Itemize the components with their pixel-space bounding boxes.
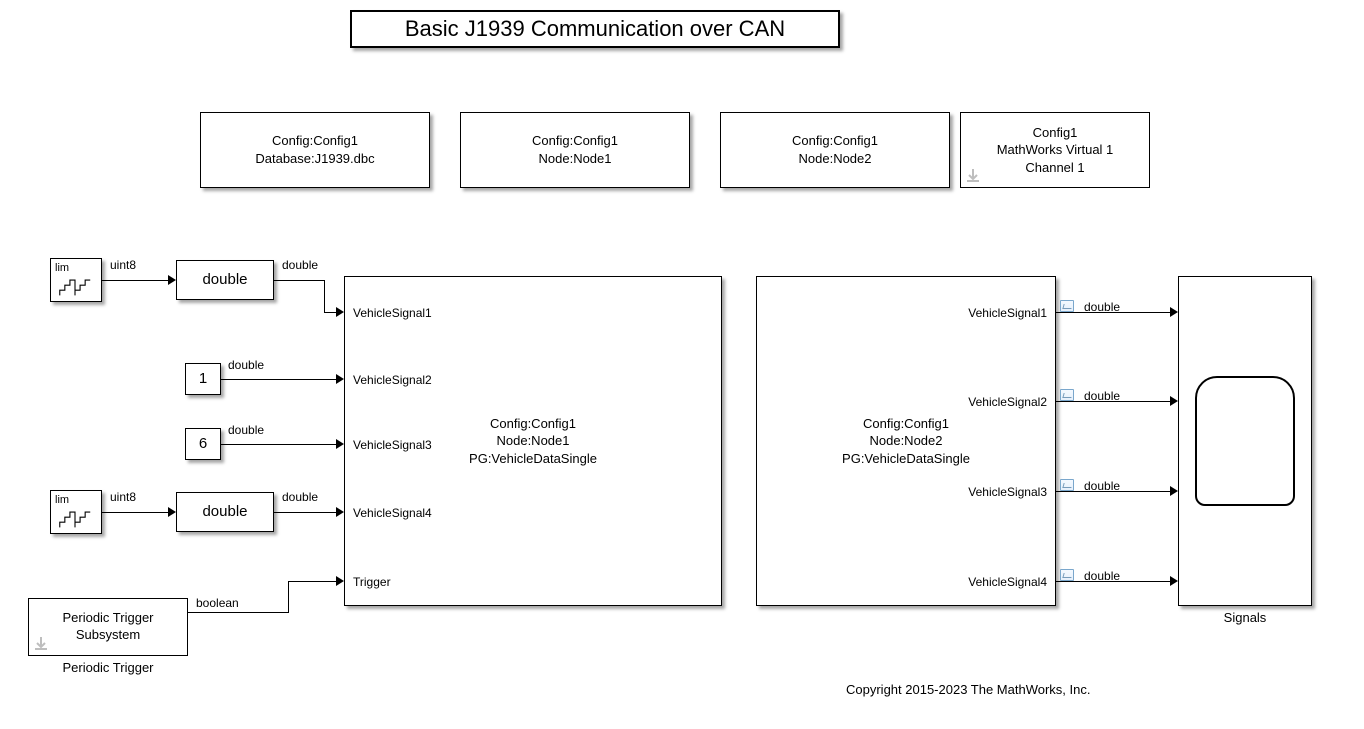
rx-line1: Config:Config1 [842,415,970,433]
rx-port-3: VehicleSignal3 [968,485,1047,501]
signal-viewer-icon[interactable] [1060,300,1074,312]
constant-1[interactable]: 1 [185,363,221,395]
scope-caption: Signals [1178,610,1312,625]
rx-port-1: VehicleSignal1 [968,306,1047,322]
counter1-limit-label: lim [55,261,69,275]
stair-icon [55,275,95,299]
scope-screen-icon [1195,376,1295,506]
j1939-node2-config-block[interactable]: Config:Config1 Node:Node2 [720,112,950,188]
cfg4-line2: MathWorks Virtual 1 [997,141,1114,159]
rx3-dtype: double [1084,479,1120,493]
simulink-canvas[interactable]: Basic J1939 Communication over CAN Confi… [0,0,1364,729]
rx-line2: Node:Node2 [842,432,970,450]
counter2-limit-label: lim [55,493,69,507]
model-title: Basic J1939 Communication over CAN [350,10,840,48]
title-text: Basic J1939 Communication over CAN [405,15,785,44]
conv1-text: double [202,270,247,290]
tx-line3: PG:VehicleDataSingle [469,450,597,468]
data-type-conversion-1[interactable]: double [176,260,274,300]
conv2-dtype: double [282,490,318,504]
rx-port-4: VehicleSignal4 [968,575,1047,591]
cfg4-line1: Config1 [1033,124,1078,142]
rx4-dtype: double [1084,569,1120,583]
rx-port-2: VehicleSignal2 [968,395,1047,411]
tx-port-5: Trigger [353,575,391,591]
cfg2-line2: Node:Node1 [539,150,612,168]
trigger-dtype: boolean [196,596,239,610]
tx-port-4: VehicleSignal4 [353,506,432,522]
conv1-dtype: double [282,258,318,272]
tx-port-3: VehicleSignal3 [353,438,432,454]
tx-port-2: VehicleSignal2 [353,373,432,389]
dropdown-arrow-icon [35,637,47,651]
signal-viewer-icon[interactable] [1060,569,1074,581]
trigger-line2: Subsystem [76,627,140,644]
cfg3-line1: Config:Config1 [792,132,878,150]
j1939-receive-block[interactable]: VehicleSignal1 VehicleSignal2 VehicleSig… [756,276,1056,606]
conv2-text: double [202,502,247,522]
counter2-dtype: uint8 [110,490,136,504]
rx-line3: PG:VehicleDataSingle [842,450,970,468]
constant-2[interactable]: 6 [185,428,221,460]
can-channel-config-block[interactable]: Config1 MathWorks Virtual 1 Channel 1 [960,112,1150,188]
j1939-network-config-block[interactable]: Config:Config1 Database:J1939.dbc [200,112,430,188]
tx-line1: Config:Config1 [469,415,597,433]
copyright-text: Copyright 2015-2023 The MathWorks, Inc. [846,682,1090,697]
periodic-trigger-subsystem[interactable]: Periodic Trigger Subsystem [28,598,188,656]
signal-viewer-icon[interactable] [1060,479,1074,491]
rx2-dtype: double [1084,389,1120,403]
signal-viewer-icon[interactable] [1060,389,1074,401]
const1-value: 1 [199,369,207,389]
j1939-node1-config-block[interactable]: Config:Config1 Node:Node1 [460,112,690,188]
const1-dtype: double [228,358,264,372]
dropdown-arrow-icon [967,169,979,183]
stair-icon [55,507,95,531]
data-type-conversion-2[interactable]: double [176,492,274,532]
trigger-line1: Periodic Trigger [62,610,153,627]
j1939-transmit-block[interactable]: VehicleSignal1 VehicleSignal2 VehicleSig… [344,276,722,606]
cfg3-line2: Node:Node2 [799,150,872,168]
const2-dtype: double [228,423,264,437]
cfg2-line1: Config:Config1 [532,132,618,150]
counter-free-running-1[interactable]: lim [50,258,102,302]
tx-line2: Node:Node1 [469,432,597,450]
counter1-dtype: uint8 [110,258,136,272]
cfg4-line3: Channel 1 [1025,159,1084,177]
cfg1-line1: Config:Config1 [272,132,358,150]
trigger-caption: Periodic Trigger [28,660,188,675]
scope-block[interactable] [1178,276,1312,606]
const2-value: 6 [199,434,207,454]
tx-port-1: VehicleSignal1 [353,306,432,322]
cfg1-line2: Database:J1939.dbc [255,150,374,168]
rx1-dtype: double [1084,300,1120,314]
counter-free-running-2[interactable]: lim [50,490,102,534]
